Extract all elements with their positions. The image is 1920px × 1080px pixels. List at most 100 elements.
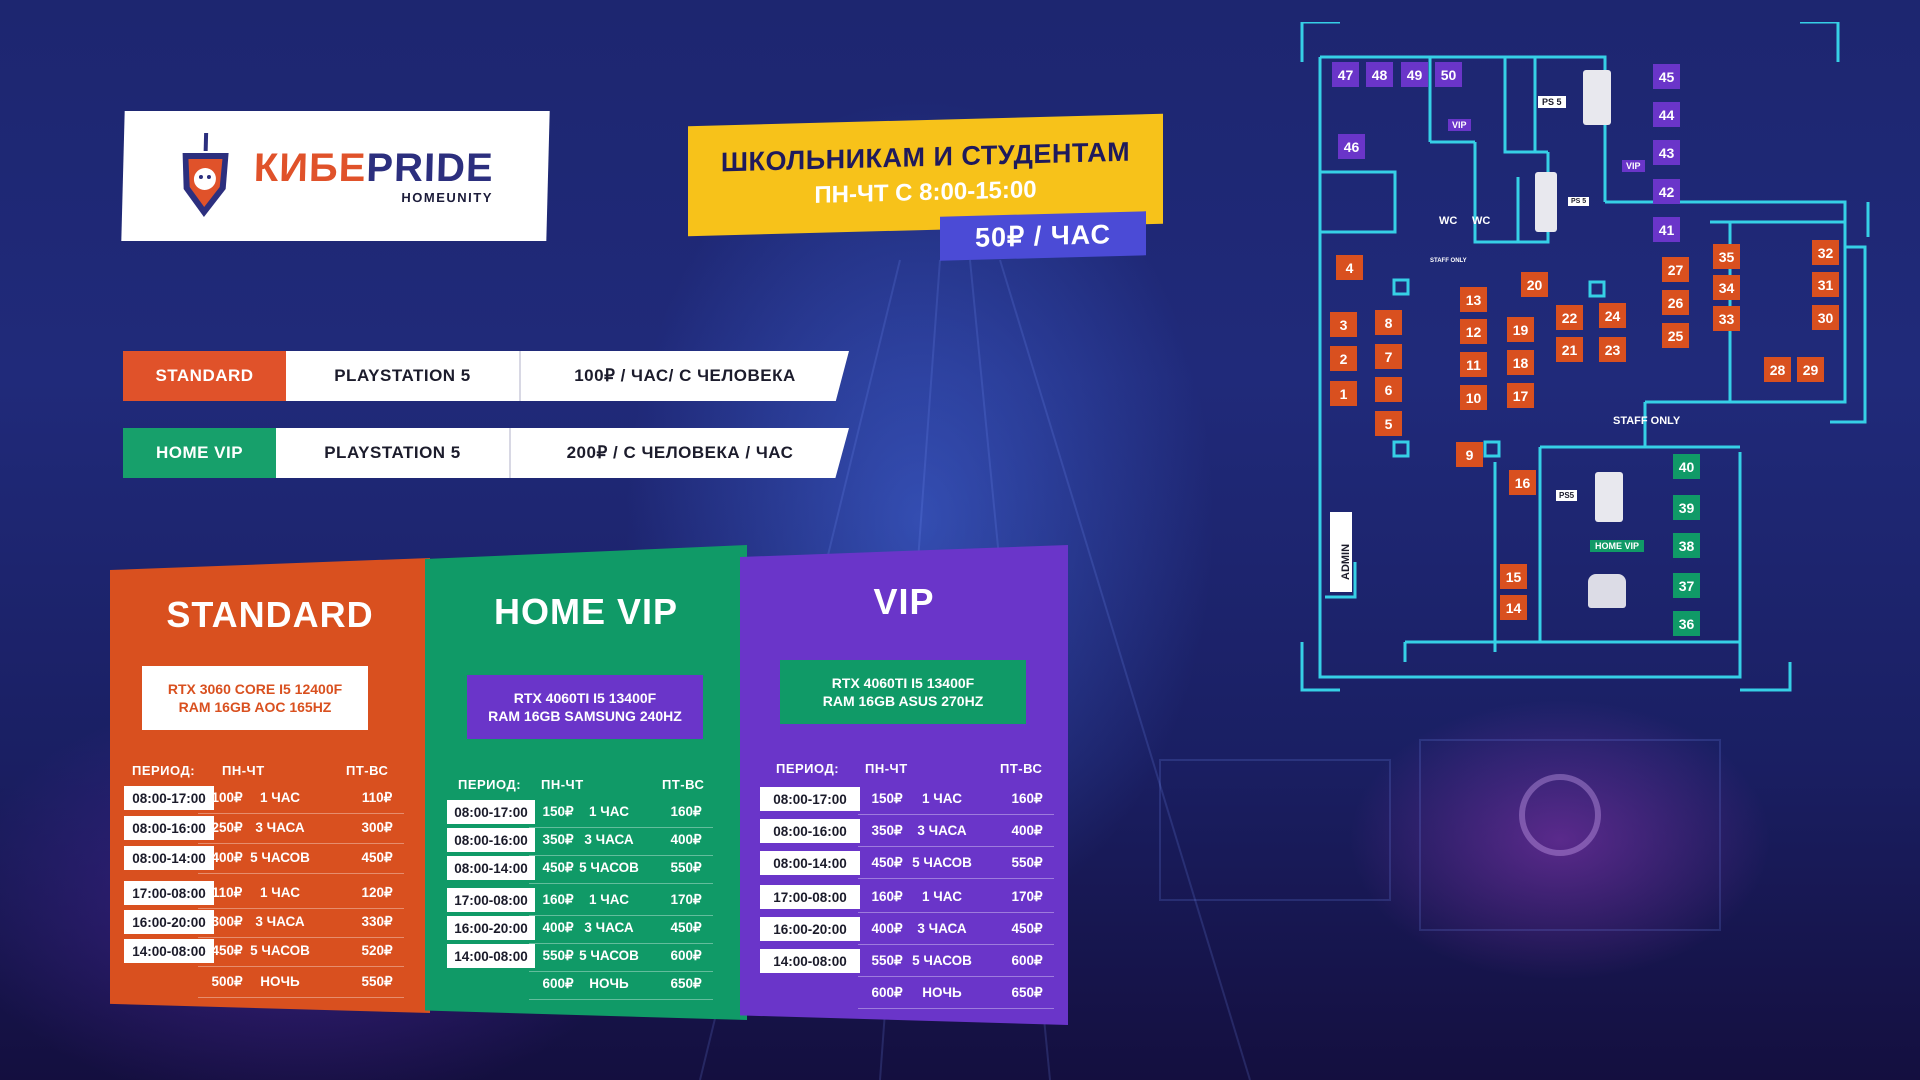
price-row: 500₽ НОЧЬ 550₽	[110, 970, 430, 998]
price-weekend: 400₽	[1011, 823, 1043, 838]
row-divider	[529, 999, 713, 1000]
price-weekdays: 350₽	[542, 832, 574, 847]
price-time-slot: 08:00-14:00	[760, 851, 860, 875]
seat-41: 41	[1653, 217, 1680, 242]
ps5-standard-row: STANDARD PLAYSTATION 5 100₽ / ЧАС/ С ЧЕЛ…	[123, 351, 849, 401]
price-row: 17:00-08:00 160₽ 1 ЧАС 170₽	[425, 888, 747, 916]
spec-line: RTX 4060TI I5 13400F	[513, 690, 657, 706]
seat-35: 35	[1713, 244, 1740, 269]
seat-48: 48	[1366, 62, 1393, 87]
price-time-slot: 17:00-08:00	[447, 888, 535, 912]
price-row: 16:00-20:00 400₽ 3 ЧАСА 450₽	[425, 916, 747, 944]
price-weekend: 550₽	[670, 860, 702, 875]
price-row: 600₽ НОЧЬ 650₽	[425, 972, 747, 1000]
price-weekend: 600₽	[1011, 953, 1043, 968]
vip-pricing-panel: VIP RTX 4060TI I5 13400F RAM 16GB ASUS 2…	[740, 545, 1068, 1025]
price-weekend: 300₽	[361, 820, 393, 835]
row-divider	[858, 878, 1054, 879]
shield-icon	[182, 133, 229, 217]
price-row: 600₽ НОЧЬ 650₽	[740, 981, 1068, 1009]
seat-8: 8	[1375, 310, 1402, 335]
price-weekdays: 160₽	[542, 892, 574, 907]
price-weekend: 600₽	[670, 948, 702, 963]
price-weekdays: 600₽	[871, 985, 903, 1000]
price-weekend: 400₽	[670, 832, 702, 847]
seat-4: 4	[1336, 255, 1363, 280]
seat-30: 30	[1812, 305, 1839, 330]
ps5-console-icon	[1595, 472, 1623, 522]
price-duration: 1 ЧАС	[260, 790, 300, 805]
price-duration: 1 ЧАС	[589, 804, 629, 819]
price-duration: НОЧЬ	[922, 985, 962, 1000]
ps5-area-label: PS 5	[1538, 96, 1566, 108]
seat-20: 20	[1521, 272, 1548, 297]
seat-9: 9	[1456, 442, 1483, 467]
price-duration: 3 ЧАСА	[584, 920, 634, 935]
seat-23: 23	[1599, 337, 1626, 362]
ps5-price-label: 100₽ / ЧАС/ С ЧЕЛОВЕКА	[519, 351, 849, 401]
seat-25: 25	[1662, 323, 1689, 348]
row-divider	[858, 976, 1054, 977]
row-divider	[198, 873, 404, 874]
spec-box: RTX 4060TI I5 13400F RAM 16GB SAMSUNG 24…	[467, 675, 703, 739]
price-weekend: 550₽	[361, 974, 393, 989]
price-row: 08:00-14:00 400₽ 5 ЧАСОВ 450₽	[110, 846, 430, 874]
price-weekdays: 150₽	[871, 791, 903, 806]
seat-31: 31	[1812, 272, 1839, 297]
spec-line: RAM 16GB SAMSUNG 240HZ	[488, 708, 682, 724]
seat-38: 38	[1673, 533, 1700, 558]
price-weekend: 450₽	[361, 850, 393, 865]
price-duration: 1 ЧАС	[589, 892, 629, 907]
seat-43: 43	[1653, 140, 1680, 165]
vip-area-label: VIP	[1622, 160, 1645, 172]
price-duration: 5 ЧАСОВ	[250, 850, 310, 865]
price-duration: 1 ЧАС	[922, 791, 962, 806]
price-duration: 1 ЧАС	[260, 885, 300, 900]
vip-area-label: VIP	[1448, 119, 1471, 131]
price-time-slot: 17:00-08:00	[760, 885, 860, 909]
price-weekdays: 250₽	[211, 820, 243, 835]
seat-16: 16	[1509, 470, 1536, 495]
price-weekdays: 400₽	[542, 920, 574, 935]
price-time-slot: 08:00-17:00	[760, 787, 860, 811]
header-weekdays: ПН-ЧТ	[541, 777, 584, 792]
logo-title: КИБЕPRIDE	[253, 145, 495, 190]
price-time-slot: 14:00-08:00	[124, 939, 214, 963]
price-duration: 3 ЧАСА	[917, 921, 967, 936]
promo-title: ШКОЛЬНИКАМ И СТУДЕНТАМ	[720, 136, 1131, 178]
seat-24: 24	[1599, 303, 1626, 328]
row-divider	[198, 908, 404, 909]
staff-only-label: STAFF ONLY	[1613, 415, 1681, 427]
price-row: 14:00-08:00 450₽ 5 ЧАСОВ 520₽	[110, 939, 430, 967]
price-time-slot: 08:00-16:00	[124, 816, 214, 840]
seat-44: 44	[1653, 102, 1680, 127]
seat-50: 50	[1435, 62, 1462, 87]
price-weekdays: 110₽	[211, 885, 243, 900]
price-weekend: 650₽	[670, 976, 702, 991]
seat-6: 6	[1375, 377, 1402, 402]
seat-13: 13	[1460, 287, 1487, 312]
seat-49: 49	[1401, 62, 1428, 87]
ps5-homevip-row: HOME VIP PLAYSTATION 5 200₽ / С ЧЕЛОВЕКА…	[123, 428, 849, 478]
seat-45: 45	[1653, 64, 1680, 89]
row-divider	[858, 1008, 1054, 1009]
spec-line: RTX 4060TI I5 13400F	[831, 675, 975, 691]
price-weekdays: 550₽	[542, 948, 574, 963]
ps5-area-label: PS5	[1556, 490, 1578, 501]
price-duration: 3 ЧАСА	[584, 832, 634, 847]
ps5-price-label: 200₽ / С ЧЕЛОВЕКА / ЧАС	[509, 428, 849, 478]
price-weekdays: 350₽	[871, 823, 903, 838]
panel-title: STANDARD	[166, 594, 374, 635]
price-weekend: 330₽	[361, 914, 393, 929]
seat-29: 29	[1797, 357, 1824, 382]
price-row: 17:00-08:00 110₽ 1 ЧАС 120₽	[110, 881, 430, 909]
seat-36: 36	[1673, 611, 1700, 636]
seat-5: 5	[1375, 411, 1402, 436]
price-duration: 5 ЧАСОВ	[250, 943, 310, 958]
price-time-slot: 14:00-08:00	[447, 944, 535, 968]
price-weekend: 450₽	[670, 920, 702, 935]
price-weekend: 650₽	[1011, 985, 1043, 1000]
staff-only-label: STAFF ONLY	[1430, 258, 1467, 264]
price-row: 08:00-16:00 350₽ 3 ЧАСА 400₽	[425, 828, 747, 856]
price-time-slot: 08:00-17:00	[447, 800, 535, 824]
